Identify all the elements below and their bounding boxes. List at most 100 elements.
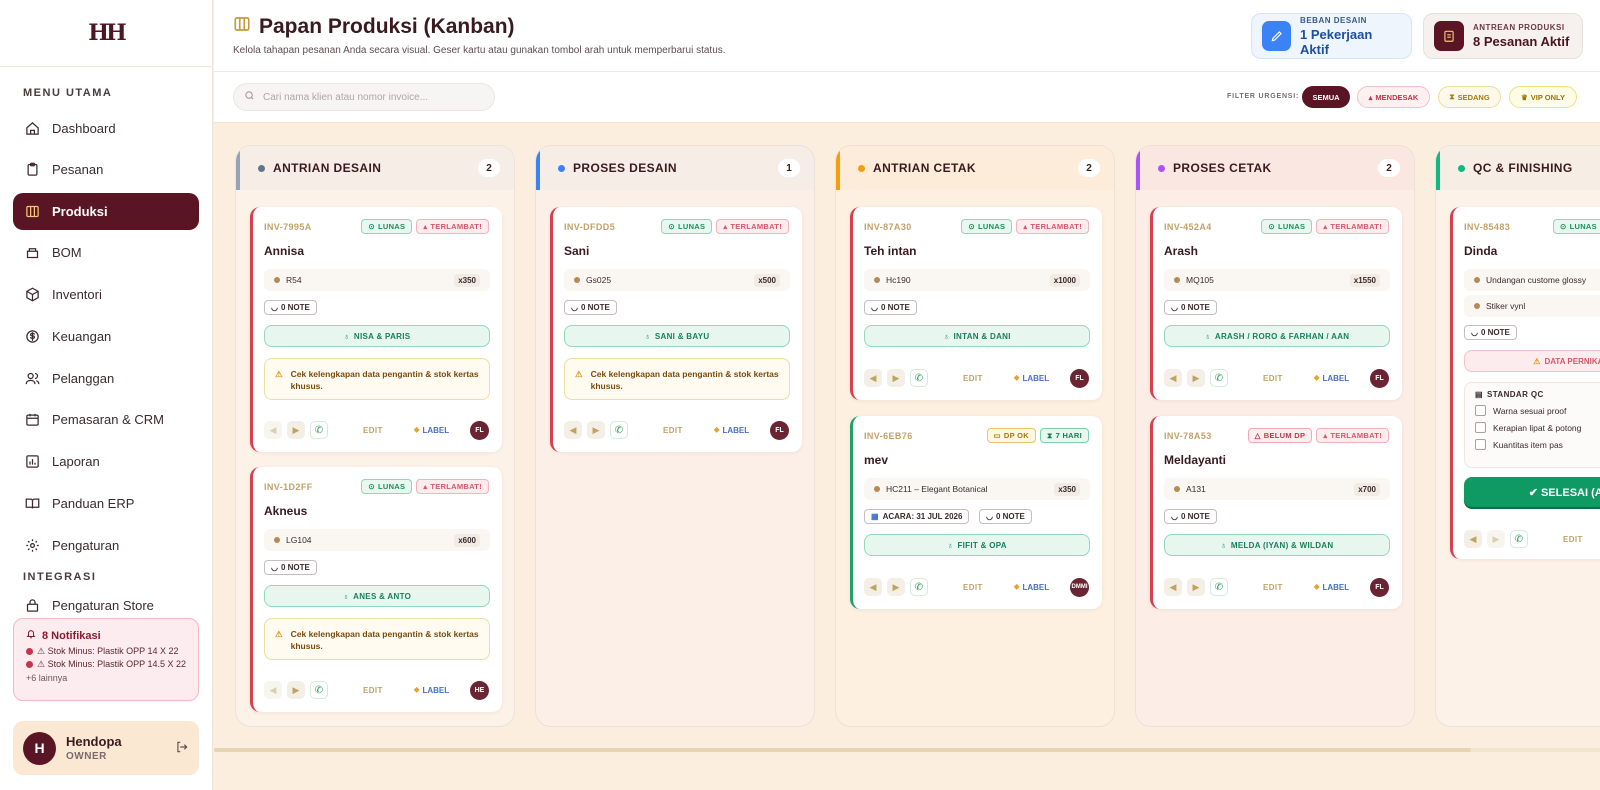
note-badge[interactable]: ◡ 0 NOTE bbox=[864, 300, 917, 315]
filter-chip-semua[interactable]: SEMUA bbox=[1302, 86, 1350, 108]
search-box[interactable] bbox=[233, 83, 495, 111]
edit-button[interactable]: EDIT bbox=[1263, 374, 1283, 383]
edit-button[interactable]: EDIT bbox=[363, 686, 383, 695]
whatsapp-icon[interactable]: ✆ bbox=[610, 421, 628, 439]
move-right-button[interactable]: ▶ bbox=[1487, 530, 1505, 548]
whatsapp-icon[interactable]: ✆ bbox=[1210, 578, 1228, 596]
sidebar-item-produksi[interactable]: Produksi bbox=[13, 193, 199, 230]
logout-icon[interactable] bbox=[175, 740, 189, 757]
deadline-badge: ⧗ 7 HARI bbox=[1040, 428, 1089, 443]
chip-label: VIP ONLY bbox=[1530, 92, 1565, 102]
filter-chip-vip[interactable]: ♛ VIP ONLY bbox=[1509, 86, 1577, 108]
move-right-button[interactable]: ▶ bbox=[287, 681, 305, 699]
payment-badge: ⊙ LUNAS bbox=[1261, 219, 1313, 234]
horizontal-scrollbar-thumb[interactable] bbox=[214, 748, 1471, 752]
whatsapp-icon[interactable]: ✆ bbox=[310, 421, 328, 439]
edit-button[interactable]: EDIT bbox=[663, 426, 683, 435]
users-icon bbox=[24, 371, 40, 387]
notification-item[interactable]: ⚠ Stok Minus: Plastik OPP 14 X 22 bbox=[26, 646, 186, 657]
edit-button[interactable]: EDIT bbox=[363, 426, 383, 435]
note-badge[interactable]: ◡ 0 NOTE bbox=[564, 300, 617, 315]
label-button[interactable]: ⬥ LABEL bbox=[1314, 373, 1349, 383]
filter-chip-sedang[interactable]: ⧗ SEDANG bbox=[1438, 86, 1501, 108]
note-badge[interactable]: ◡ 0 NOTE bbox=[979, 509, 1032, 524]
order-card[interactable]: INV-452A4 ⊙ LUNAS ▴ TERLAMBAT! Arash MQ10… bbox=[1150, 207, 1402, 400]
move-right-button[interactable]: ▶ bbox=[887, 369, 905, 387]
product-icon bbox=[274, 277, 280, 283]
product-row: Stiker vynl bbox=[1464, 295, 1600, 317]
whatsapp-icon[interactable]: ✆ bbox=[1210, 369, 1228, 387]
product-icon bbox=[874, 486, 880, 492]
note-badge[interactable]: ◡ 0 NOTE bbox=[1464, 325, 1517, 340]
brand-logo[interactable]: HH bbox=[0, 0, 212, 67]
client-name: Akneus bbox=[264, 504, 308, 518]
note-badge[interactable]: ◡ 0 NOTE bbox=[1164, 300, 1217, 315]
sidebar-item-laporan[interactable]: Laporan bbox=[13, 443, 199, 480]
move-right-button[interactable]: ▶ bbox=[287, 421, 305, 439]
qc-item[interactable]: Kerapian lipat & potong bbox=[1475, 422, 1600, 433]
whatsapp-icon[interactable]: ✆ bbox=[310, 681, 328, 699]
filter-chip-mendesak[interactable]: ▴ MENDESAK bbox=[1357, 86, 1430, 108]
sidebar-item-bom[interactable]: BOM bbox=[13, 234, 199, 271]
label-button[interactable]: ⬥ LABEL bbox=[414, 685, 449, 695]
order-card[interactable]: INV-85483 ⊙ LUNAS Dinda Undangan custome… bbox=[1450, 207, 1600, 559]
sidebar-item-pelanggan[interactable]: Pelanggan bbox=[13, 360, 199, 397]
qc-checkbox[interactable] bbox=[1475, 422, 1486, 433]
label-button[interactable]: ⬥ LABEL bbox=[1014, 582, 1049, 592]
label-button[interactable]: ⬥ LABEL bbox=[1314, 582, 1349, 592]
move-left-button[interactable]: ◀ bbox=[564, 421, 582, 439]
order-card[interactable]: INV-6EB76 ▭ DP OK ⧗ 7 HARI mev HC211 – El… bbox=[850, 416, 1102, 609]
bell-icon bbox=[26, 629, 36, 642]
sidebar-item-dashboard[interactable]: Dashboard bbox=[13, 110, 199, 147]
notification-more[interactable]: +6 lainnya bbox=[26, 673, 186, 683]
assignee-avatar: FL bbox=[770, 420, 789, 440]
sidebar-item-pesanan[interactable]: Pesanan bbox=[13, 151, 199, 188]
search-input[interactable] bbox=[263, 91, 483, 103]
qc-item[interactable]: Kuantitas item pas bbox=[1475, 439, 1600, 450]
sidebar-item-pengaturan[interactable]: Pengaturan bbox=[13, 527, 199, 564]
sidebar-item-keuangan[interactable]: Keuangan bbox=[13, 318, 199, 355]
move-left-button[interactable]: ◀ bbox=[864, 369, 882, 387]
note-badge[interactable]: ◡ 0 NOTE bbox=[264, 300, 317, 315]
move-left-button[interactable]: ◀ bbox=[1164, 578, 1182, 596]
move-left-button[interactable]: ◀ bbox=[864, 578, 882, 596]
qc-checkbox[interactable] bbox=[1475, 439, 1486, 450]
order-card[interactable]: INV-1D2FF ⊙ LUNAS ▴ TERLAMBAT! Akneus LG1… bbox=[250, 467, 502, 712]
chip-label: MENDESAK bbox=[1375, 92, 1419, 102]
move-left-button[interactable]: ◀ bbox=[1464, 530, 1482, 548]
notification-panel[interactable]: 8 Notifikasi ⚠ Stok Minus: Plastik OPP 1… bbox=[13, 618, 199, 701]
order-card[interactable]: INV-7995A ⊙ LUNAS ▴ TERLAMBAT! Annisa R54… bbox=[250, 207, 502, 452]
whatsapp-icon[interactable]: ✆ bbox=[910, 369, 928, 387]
order-card[interactable]: INV-78A53 △ BELUM DP ▴ TERLAMBAT! Meldaya… bbox=[1150, 416, 1402, 609]
note-badge[interactable]: ◡ 0 NOTE bbox=[264, 560, 317, 575]
whatsapp-icon[interactable]: ✆ bbox=[1510, 530, 1528, 548]
sidebar-item-inventori[interactable]: Inventori bbox=[13, 276, 199, 313]
sidebar-item-pemasaran[interactable]: Pemasaran & CRM bbox=[13, 401, 199, 438]
label-button[interactable]: ⬥ LABEL bbox=[714, 425, 749, 435]
column-count: 2 bbox=[1378, 159, 1400, 177]
move-right-button[interactable]: ▶ bbox=[1187, 369, 1205, 387]
label-button[interactable]: ⬥ LABEL bbox=[1014, 373, 1049, 383]
order-card[interactable]: INV-87A30 ⊙ LUNAS ▴ TERLAMBAT! Teh intan … bbox=[850, 207, 1102, 400]
client-name: mev bbox=[864, 453, 889, 467]
notification-item[interactable]: ⚠ Stok Minus: Plastik OPP 14.5 X 22 bbox=[26, 659, 186, 670]
edit-button[interactable]: EDIT bbox=[963, 374, 983, 383]
move-left-button[interactable]: ◀ bbox=[1164, 369, 1182, 387]
sidebar-item-panduan[interactable]: Panduan ERP bbox=[13, 485, 199, 522]
move-left-button[interactable]: ◀ bbox=[264, 681, 282, 699]
payment-badge: ⊙ LUNAS bbox=[361, 219, 413, 234]
finish-button[interactable]: ✔ SELESAI (ACTU bbox=[1464, 477, 1600, 507]
label-button[interactable]: ⬥ LABEL bbox=[414, 425, 449, 435]
edit-button[interactable]: EDIT bbox=[1263, 583, 1283, 592]
note-badge[interactable]: ◡ 0 NOTE bbox=[1164, 509, 1217, 524]
order-card[interactable]: INV-DFDD5 ⊙ LUNAS ▴ TERLAMBAT! Sani Gs025… bbox=[550, 207, 802, 452]
move-right-button[interactable]: ▶ bbox=[1187, 578, 1205, 596]
qc-checkbox[interactable] bbox=[1475, 405, 1486, 416]
move-right-button[interactable]: ▶ bbox=[887, 578, 905, 596]
qc-item[interactable]: Warna sesuai proof bbox=[1475, 405, 1600, 416]
edit-button[interactable]: EDIT bbox=[963, 583, 983, 592]
move-right-button[interactable]: ▶ bbox=[587, 421, 605, 439]
whatsapp-icon[interactable]: ✆ bbox=[910, 578, 928, 596]
edit-button[interactable]: EDIT bbox=[1563, 535, 1583, 544]
move-left-button[interactable]: ◀ bbox=[264, 421, 282, 439]
